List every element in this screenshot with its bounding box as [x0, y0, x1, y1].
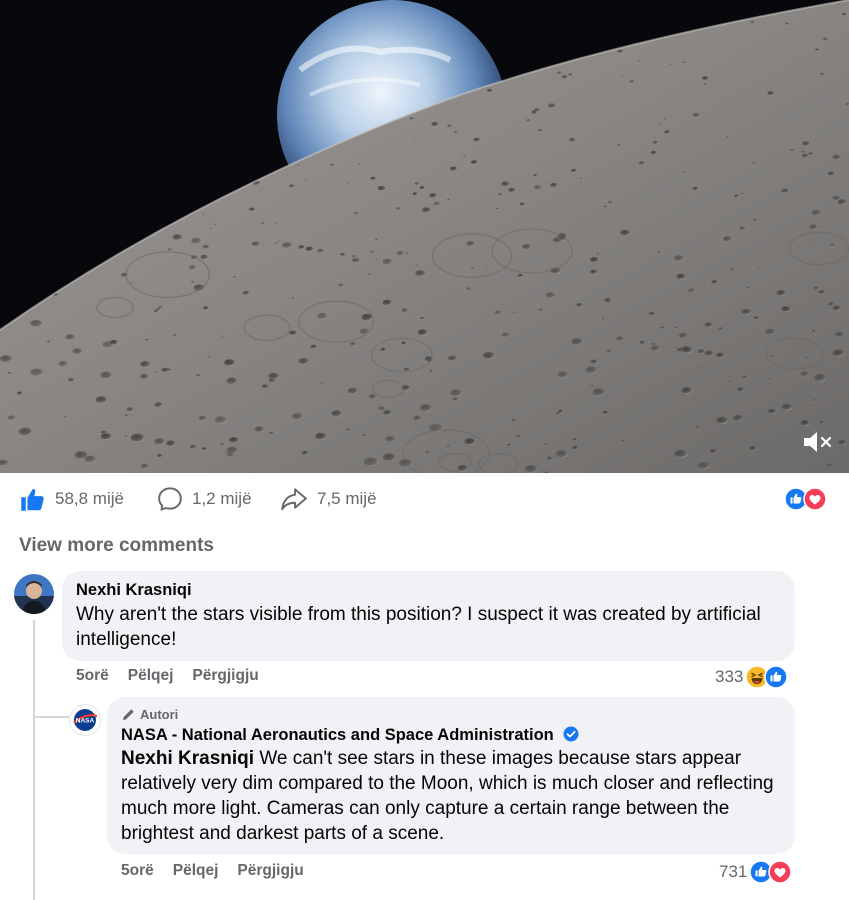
- comment-meta: 5orë Pëlqej Përgjigju: [76, 667, 278, 685]
- post-video[interactable]: [0, 0, 849, 473]
- avatar[interactable]: NASA: [69, 704, 101, 736]
- reply-like-button[interactable]: Pëlqej: [173, 862, 219, 880]
- share-button[interactable]: 7,5 mijë: [280, 484, 377, 514]
- love-reaction-icon: [803, 487, 827, 511]
- moon-surface-image: [0, 0, 849, 473]
- reply-bubble: Autori NASA - National Aeronautics and S…: [107, 697, 795, 854]
- mention-link[interactable]: Nexhi Krasniqi: [121, 748, 254, 769]
- comment-reply-button[interactable]: Përgjigju: [192, 667, 258, 685]
- comment-author[interactable]: Nexhi Krasniqi: [76, 581, 781, 600]
- nasa-logo-icon: NASA: [73, 709, 98, 731]
- reaction-summary[interactable]: [784, 487, 832, 511]
- reply-connector: [33, 690, 69, 718]
- view-more-comments-link[interactable]: View more comments: [19, 535, 214, 557]
- reply-meta: 5orë Pëlqej Përgjigju: [121, 862, 323, 880]
- pencil-icon: [122, 708, 134, 720]
- share-arrow-icon: [281, 488, 307, 511]
- author-badge: Autori: [121, 705, 781, 723]
- reply-reply-button[interactable]: Përgjigju: [237, 862, 303, 880]
- love-reaction-icon: [768, 860, 793, 884]
- thumbs-up-icon: [21, 488, 44, 511]
- comment-bubble: Nexhi Krasniqi Why aren't the stars visi…: [62, 571, 795, 661]
- reply-author[interactable]: NASA - National Aeronautics and Space Ad…: [121, 726, 554, 744]
- verified-badge-icon: [563, 726, 579, 742]
- thread-connector: [33, 620, 35, 900]
- avatar[interactable]: [14, 574, 54, 614]
- mute-toggle[interactable]: [801, 427, 835, 457]
- svg-text:NASA: NASA: [76, 718, 95, 725]
- reply-time[interactable]: 5orë: [121, 862, 154, 880]
- reply-reaction-count[interactable]: 731: [719, 860, 797, 884]
- comment-count: 1,2 mijë: [192, 489, 252, 508]
- like-count: 58,8 mijë: [55, 489, 124, 508]
- like-button[interactable]: 58,8 mijë: [19, 484, 124, 514]
- post-action-bar: 58,8 mijë 1,2 mijë 7,5 mijë: [0, 484, 849, 514]
- comment-bubble-icon: [158, 487, 182, 511]
- comment-time[interactable]: 5orë: [76, 667, 109, 685]
- comment-reaction-count[interactable]: 333: [715, 665, 793, 689]
- volume-muted-icon: [804, 432, 832, 452]
- reply-text: Nexhi Krasniqi We can't see stars in the…: [121, 748, 774, 844]
- like-reaction-icon: [764, 665, 789, 689]
- comment-text: Why aren't the stars visible from this p…: [76, 604, 761, 650]
- comment-button[interactable]: 1,2 mijë: [157, 484, 252, 514]
- comment-like-button[interactable]: Pëlqej: [128, 667, 174, 685]
- share-count: 7,5 mijë: [317, 489, 377, 508]
